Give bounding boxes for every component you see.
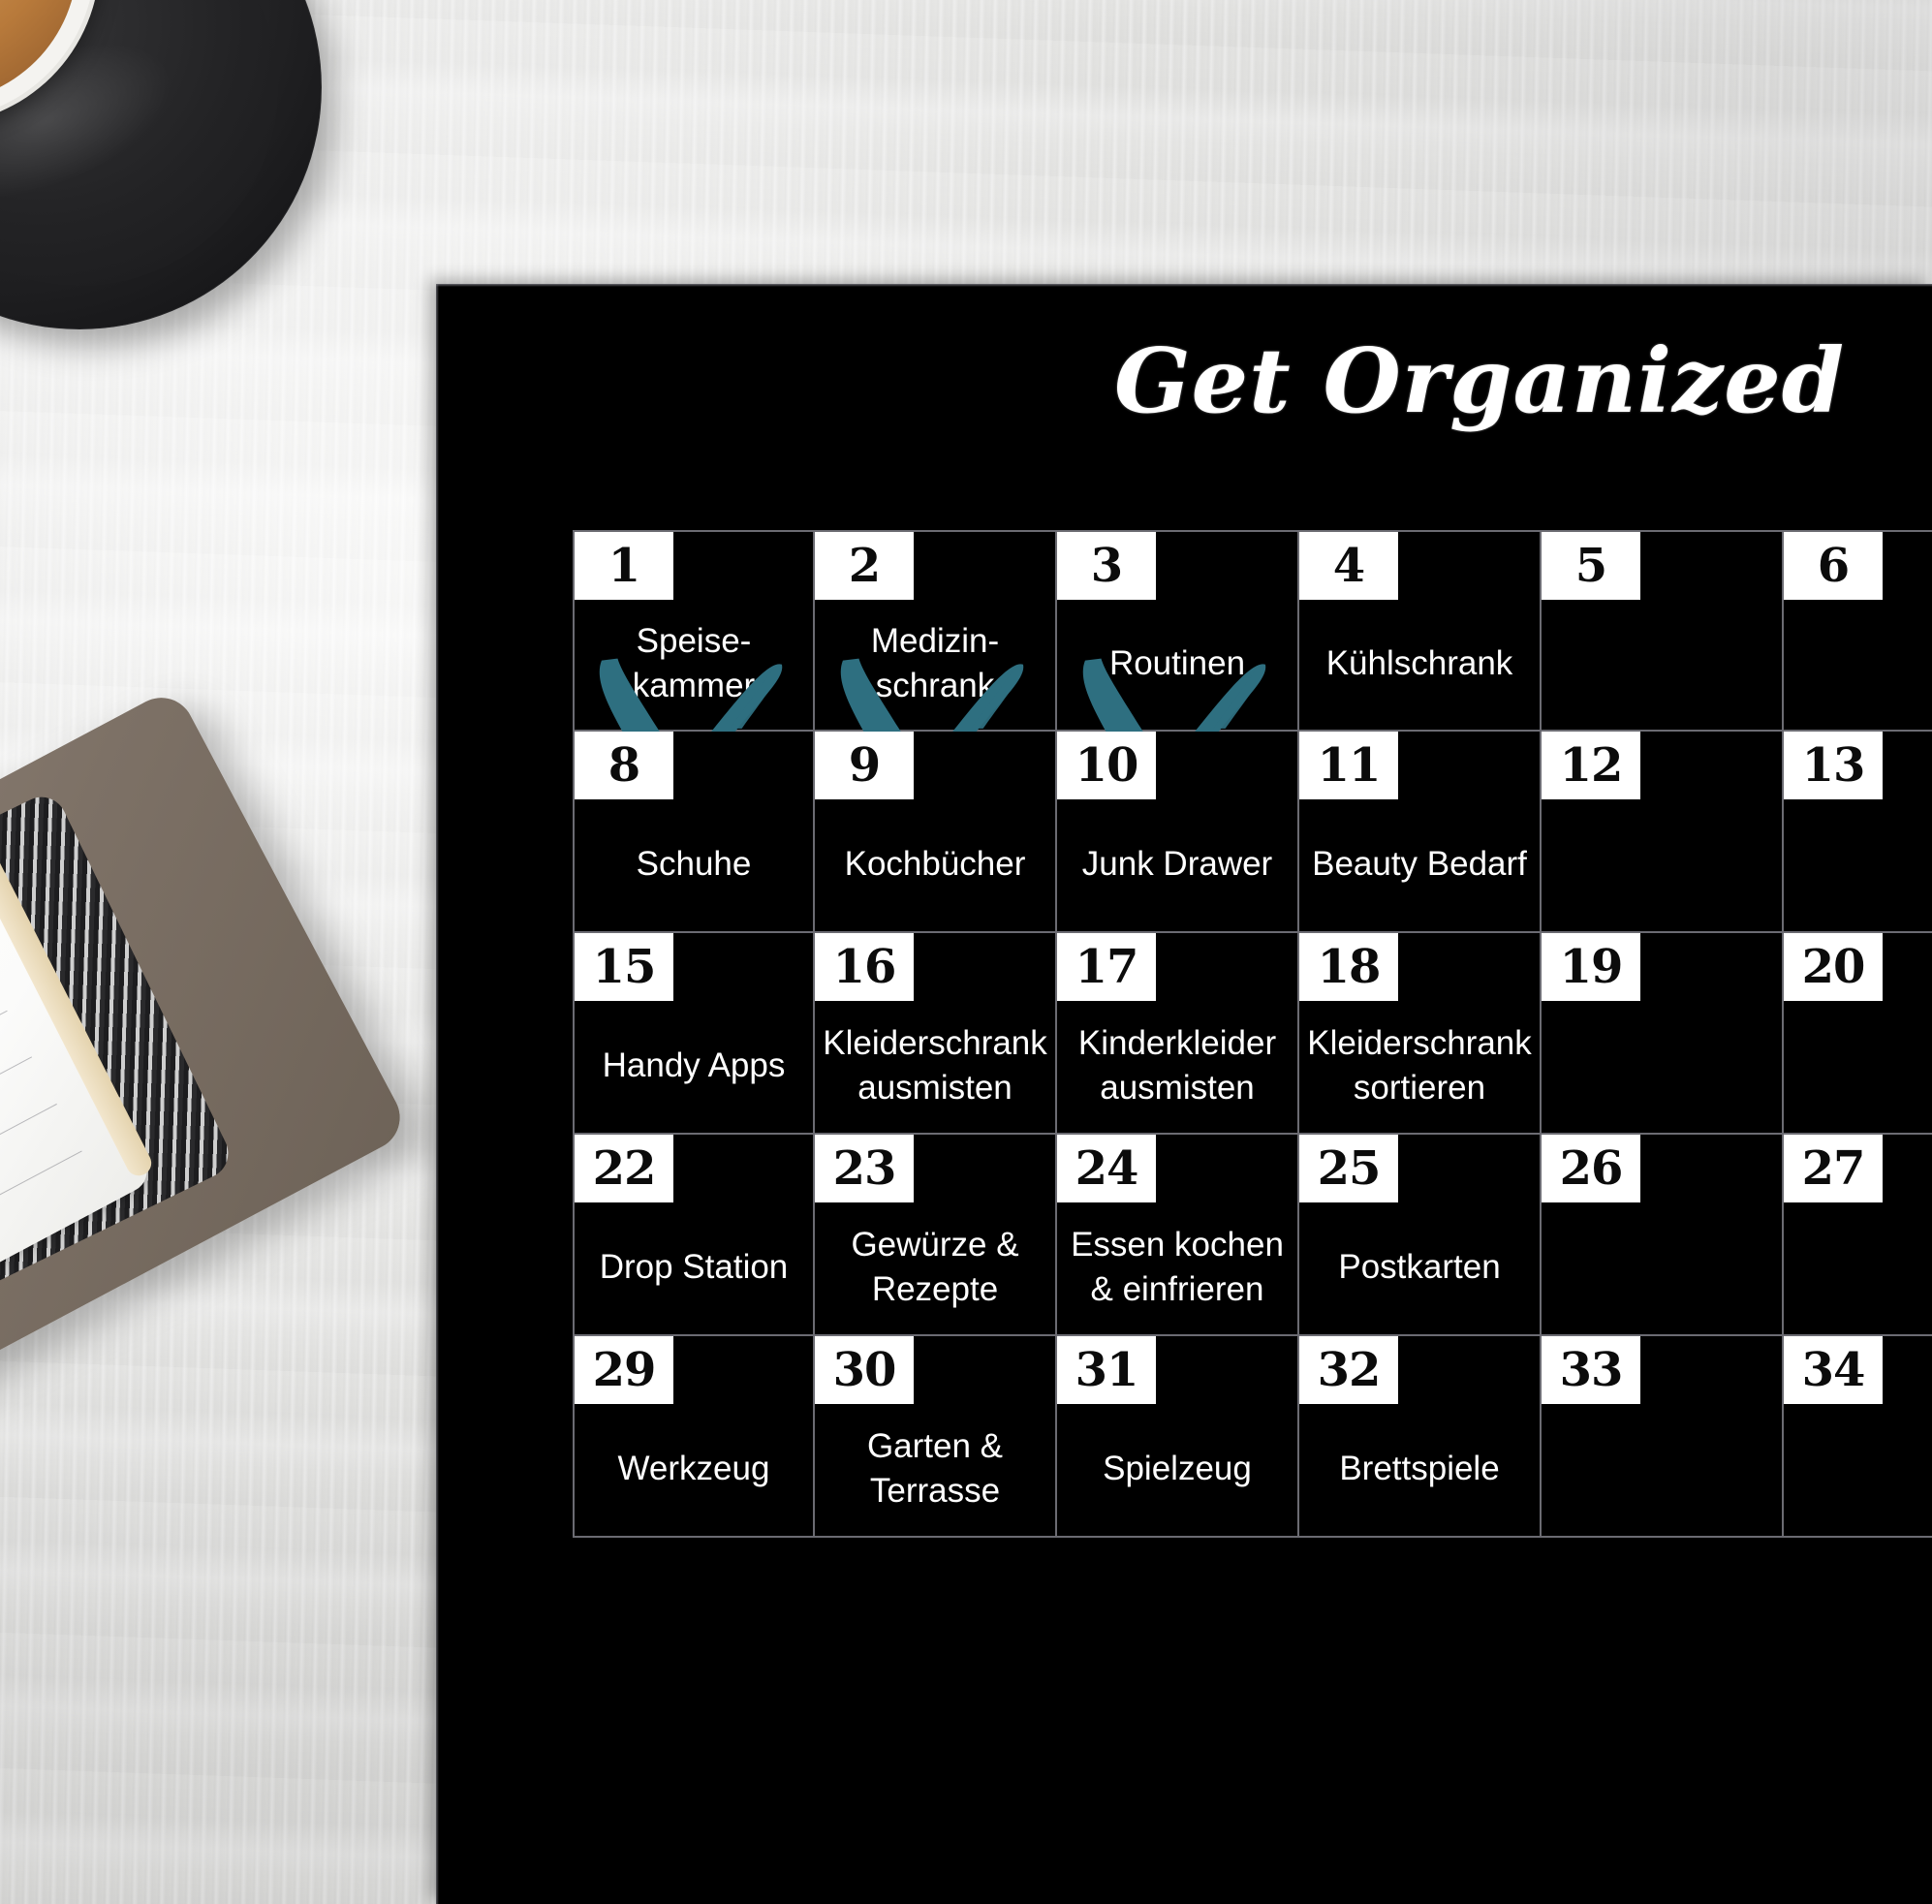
day-number-badge: 8 — [575, 732, 673, 799]
day-number-badge: 22 — [575, 1135, 673, 1202]
task-label: Gewürze & Rezepte — [851, 1225, 1019, 1308]
calendar-cell[interactable]: 22 Drop Station — [573, 1135, 815, 1336]
calendar-cell[interactable]: 27 — [1784, 1135, 1932, 1336]
get-organized-poster: Get Organized 1 Speise-kammer 2 Medizin-sc… — [436, 284, 1932, 1904]
calendar-cell[interactable]: 31 Spielzeug — [1057, 1336, 1299, 1538]
task-label — [1547, 1408, 1776, 1530]
calendar-cell[interactable]: 5 — [1542, 530, 1784, 732]
calendar-cell[interactable]: 6 — [1784, 530, 1932, 732]
day-number-badge: 10 — [1057, 732, 1156, 799]
day-number-badge: 24 — [1057, 1135, 1156, 1202]
day-number-badge: 2 — [815, 532, 914, 600]
task-label: Postkarten — [1338, 1247, 1501, 1286]
day-number-badge: 6 — [1784, 532, 1883, 600]
calendar-cell[interactable]: 19 — [1542, 933, 1784, 1135]
task-label: Brettspiele — [1339, 1449, 1500, 1487]
day-number-badge: 18 — [1299, 933, 1398, 1001]
task-label — [1547, 1005, 1776, 1127]
task-label: Kinderkleider ausmisten — [1077, 1023, 1277, 1107]
task-label — [1790, 1408, 1932, 1530]
calendar-cell[interactable]: 29 Werkzeug — [573, 1336, 815, 1538]
calendar-cell[interactable]: 13 — [1784, 732, 1932, 933]
poster-top-edge — [436, 284, 1932, 287]
poster-left-edge — [436, 284, 439, 1904]
day-number-badge: 9 — [815, 732, 914, 799]
task-label: Werkzeug — [617, 1449, 770, 1487]
day-number-badge: 23 — [815, 1135, 914, 1202]
task-label — [1790, 803, 1932, 925]
calendar-cell[interactable]: 20 — [1784, 933, 1932, 1135]
calendar-cell[interactable]: 34 — [1784, 1336, 1932, 1538]
calendar-cell[interactable]: 23 Gewürze & Rezepte — [815, 1135, 1057, 1336]
day-number-badge: 15 — [575, 933, 673, 1001]
task-label — [1547, 604, 1776, 724]
task-label: Spielzeug — [1103, 1449, 1252, 1487]
task-label — [1790, 1206, 1932, 1328]
calendar-cell[interactable]: 1 Speise-kammer — [573, 530, 815, 874]
day-number-badge: 16 — [815, 933, 914, 1001]
calendar-cell[interactable]: 18 Kleiderschrank sortieren — [1299, 933, 1542, 1135]
task-label: Beauty Bedarf — [1312, 844, 1527, 883]
calendar-cell[interactable]: 12 — [1542, 732, 1784, 933]
calendar-cell[interactable]: 4 Kühlschrank — [1299, 530, 1542, 732]
calendar-cell[interactable]: 25 Postkarten — [1299, 1135, 1542, 1336]
calendar-cell[interactable]: 33 — [1542, 1336, 1784, 1538]
calendar-cell[interactable]: 16 Kleiderschrank ausmisten — [815, 933, 1057, 1135]
task-label: Kochbücher — [844, 844, 1026, 883]
task-label: Kleiderschrank sortieren — [1307, 1023, 1532, 1107]
day-number-badge: 27 — [1784, 1135, 1883, 1202]
calendar-cell[interactable]: 3 Routinen — [1057, 530, 1299, 874]
day-number-badge: 1 — [575, 532, 673, 600]
task-label — [1790, 604, 1932, 724]
calendar-cell[interactable]: 24 Essen kochen & einfrieren — [1057, 1135, 1299, 1336]
calendar-cell[interactable]: 26 — [1542, 1135, 1784, 1336]
task-label — [1790, 1005, 1932, 1127]
day-number-badge: 33 — [1542, 1336, 1640, 1404]
calendar-cell[interactable]: 2 Medizin-schrank — [815, 530, 1057, 874]
task-label: Handy Apps — [602, 1046, 786, 1084]
task-label — [1547, 803, 1776, 925]
day-number-badge: 26 — [1542, 1135, 1640, 1202]
calendar-cell[interactable]: 30 Garten & Terrasse — [815, 1336, 1057, 1538]
calendar-cell[interactable]: 10 Junk Drawer — [1057, 732, 1299, 933]
calendar-cell[interactable]: 11 Beauty Bedarf — [1299, 732, 1542, 933]
day-number-badge: 17 — [1057, 933, 1156, 1001]
task-label: Garten & Terrasse — [866, 1426, 1004, 1510]
task-label: Speise-kammer — [632, 621, 756, 704]
page-title: Get Organized — [1114, 328, 1846, 433]
calendar-cell[interactable]: 32 Brettspiele — [1299, 1336, 1542, 1538]
task-label: Junk Drawer — [1081, 844, 1273, 883]
day-number-badge: 34 — [1784, 1336, 1883, 1404]
task-label: Medizin-schrank — [870, 621, 1000, 704]
calendar-cell[interactable]: 17 Kinderkleider ausmisten — [1057, 933, 1299, 1135]
day-number-badge: 19 — [1542, 933, 1640, 1001]
task-label: Kühlschrank — [1325, 643, 1513, 682]
day-number-badge: 12 — [1542, 732, 1640, 799]
day-number-badge: 31 — [1057, 1336, 1156, 1404]
day-number-badge: 25 — [1299, 1135, 1398, 1202]
day-number-badge: 32 — [1299, 1336, 1398, 1404]
task-label: Routinen — [1108, 643, 1246, 682]
day-number-badge: 11 — [1299, 732, 1398, 799]
calendar-cell[interactable]: 8 Schuhe — [573, 732, 815, 933]
day-number-badge: 29 — [575, 1336, 673, 1404]
calendar-cell[interactable]: 15 Handy Apps — [573, 933, 815, 1135]
task-label: Essen kochen & einfrieren — [1071, 1225, 1284, 1308]
photo-scene: Get Organized 1 Speise-kammer 2 Medizin-sc… — [0, 0, 1932, 1904]
day-number-badge: 30 — [815, 1336, 914, 1404]
calendar-cell[interactable]: 9 Kochbücher — [815, 732, 1057, 933]
task-label: Kleiderschrank ausmisten — [823, 1023, 1047, 1107]
day-number-badge: 3 — [1057, 532, 1156, 600]
day-number-badge: 13 — [1784, 732, 1883, 799]
day-number-badge: 5 — [1542, 532, 1640, 600]
calendar-grid: 1 Speise-kammer 2 Medizin-schrank 3 Routine… — [573, 530, 1932, 1538]
task-label — [1547, 1206, 1776, 1328]
day-number-badge: 20 — [1784, 933, 1883, 1001]
task-label: Schuhe — [636, 844, 752, 883]
day-number-badge: 4 — [1299, 532, 1398, 600]
task-label: Drop Station — [599, 1247, 789, 1286]
